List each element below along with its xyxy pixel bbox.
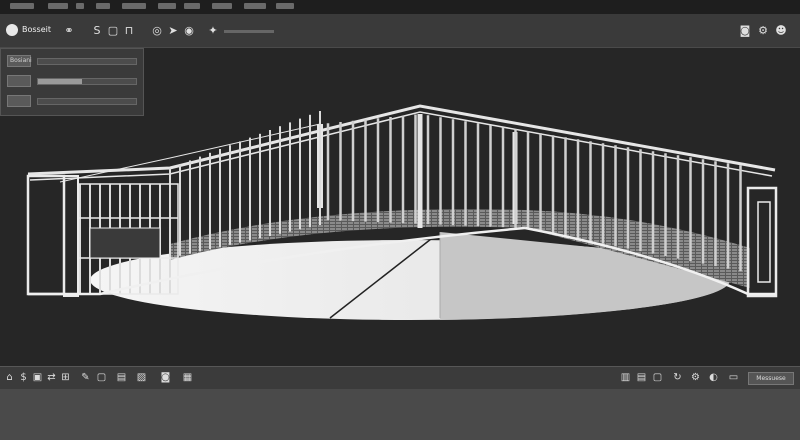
cursor-icon[interactable]: ➤ — [166, 24, 180, 38]
row-label — [7, 75, 31, 87]
text-field[interactable] — [37, 58, 137, 65]
menu-item[interactable] — [244, 3, 266, 9]
bottom-panel — [0, 389, 800, 440]
row-label — [7, 95, 31, 107]
layers-icon[interactable]: ▤ — [116, 372, 127, 383]
camera-icon[interactable]: ◙ — [160, 372, 171, 383]
measure-icon[interactable]: ▦ — [182, 372, 193, 383]
slider-fill — [38, 79, 83, 84]
help-icon[interactable]: ◐ — [708, 372, 719, 383]
menu-item[interactable] — [122, 3, 146, 9]
info-icon[interactable]: ▭ — [728, 372, 739, 383]
row-label: Bosiani — [7, 55, 32, 67]
save-icon[interactable]: ▣ — [32, 372, 43, 383]
menu-item[interactable] — [96, 3, 110, 9]
menu-item[interactable] — [10, 3, 34, 9]
end-frame-right — [746, 186, 778, 298]
settings-icon[interactable]: ⚙ — [690, 372, 701, 383]
share-icon[interactable]: ⇄ — [46, 372, 57, 383]
properties-panel: Bosiani — [0, 48, 144, 116]
view-icon[interactable]: ◎ — [150, 24, 164, 38]
menu-item[interactable] — [276, 3, 294, 9]
panel-row[interactable] — [7, 95, 137, 107]
tool-icon[interactable]: ✎ — [80, 372, 91, 383]
image-icon[interactable]: ▨ — [136, 372, 147, 383]
panel-row[interactable] — [7, 75, 137, 87]
select-icon[interactable]: ▢ — [106, 24, 120, 38]
lightbulb-icon[interactable]: ✦ — [206, 24, 220, 38]
panel-row[interactable]: Bosiani — [7, 55, 137, 67]
menu-item[interactable] — [158, 3, 176, 9]
menu-item[interactable] — [212, 3, 232, 9]
text-field[interactable] — [37, 98, 137, 105]
refresh-icon[interactable]: ↻ — [672, 372, 683, 383]
pin-icon[interactable]: ◉ — [182, 24, 196, 38]
print-icon[interactable]: ▤ — [636, 372, 647, 383]
settings-icon[interactable]: ⚙ — [756, 24, 770, 38]
menu-item[interactable] — [48, 3, 68, 9]
file-icon[interactable]: ▥ — [620, 372, 631, 383]
home-icon[interactable]: ⌂ — [4, 372, 15, 383]
menu-bar — [0, 0, 800, 15]
status-bar: ⌂ $ ▣ ⇄ ⊞ ✎ ▢ ▤ ▨ ◙ ▦ ▥ ▤ ▢ ↻ ⚙ ◐ ▭ Mess… — [0, 366, 800, 390]
toolbar-divider — [224, 30, 274, 33]
slider[interactable] — [37, 78, 137, 85]
export-icon[interactable]: ▢ — [652, 372, 663, 383]
menu-item[interactable] — [76, 3, 84, 9]
user-icon[interactable]: ☻ — [774, 24, 788, 38]
s-tool-icon[interactable]: S — [90, 24, 104, 38]
app-title: Bosseit — [22, 25, 51, 34]
grid-icon[interactable]: ⊞ — [60, 372, 71, 383]
main-toolbar: Bosseit ⚭ S ▢ ⊓ ◎ ➤ ◉ ✦ ◙ ⚙ ☻ — [0, 15, 800, 48]
frame-icon[interactable]: ▢ — [96, 372, 107, 383]
measure-field[interactable]: Messuese — [748, 372, 794, 385]
dollar-icon[interactable]: $ — [18, 372, 29, 383]
menu-item[interactable] — [184, 3, 200, 9]
link-icon[interactable]: ⚭ — [62, 24, 76, 38]
app-logo-icon — [6, 24, 18, 36]
camera-icon[interactable]: ◙ — [738, 24, 752, 38]
magnet-icon[interactable]: ⊓ — [122, 24, 136, 38]
